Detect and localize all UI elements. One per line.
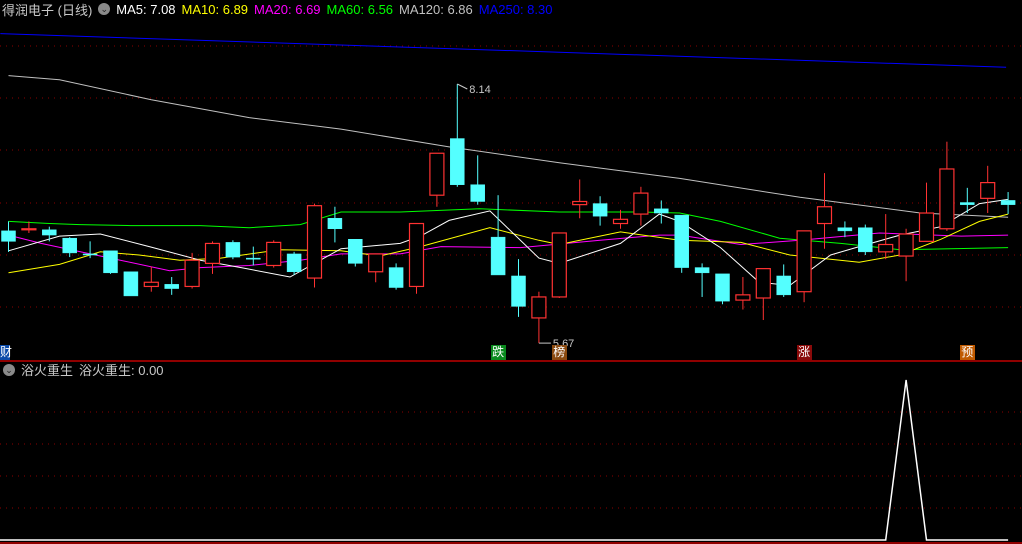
chart-header: 得润电子 (日线) ⌄ MA5: 7.08 MA10: 6.89 MA20: 6…: [0, 0, 558, 18]
candle-down: [327, 218, 343, 230]
candle-down: [164, 284, 179, 289]
ma20-label: MA20: 6.69: [254, 1, 321, 17]
kline-chart[interactable]: 8.145.67: [0, 0, 1022, 544]
candle-down: [960, 202, 975, 205]
candle-down: [715, 273, 730, 302]
candle-up: [612, 218, 629, 225]
candle-up: [368, 253, 384, 273]
ma60-label: MA60: 6.56: [326, 1, 394, 17]
candle-down: [1, 230, 16, 242]
candle-down: [42, 229, 57, 236]
candle-up: [408, 222, 425, 288]
high-pointer: [457, 83, 468, 90]
candle-up: [531, 296, 547, 319]
event-marker[interactable]: 预: [959, 345, 975, 360]
event-marker[interactable]: 涨: [796, 345, 812, 360]
candle-down: [511, 275, 526, 307]
candle-down: [470, 184, 485, 202]
candle-up: [755, 268, 771, 299]
candle-up: [204, 242, 221, 264]
candle-down: [837, 227, 853, 232]
candle-down: [1000, 200, 1016, 205]
ma5-label: MA5: 7.08: [116, 1, 176, 17]
candle-down: [674, 214, 689, 268]
stock-title: 得润电子 (日线): [2, 2, 93, 18]
candle-down: [654, 208, 669, 214]
ma120-label: MA120: 6.86: [399, 1, 473, 17]
candle-up: [266, 241, 282, 267]
candle-up: [429, 152, 445, 196]
candle-down: [490, 236, 506, 276]
candle-up: [551, 232, 567, 298]
candle-up: [633, 192, 649, 215]
ma120-line: [8, 75, 1009, 218]
candle-up: [796, 230, 812, 293]
candle-up: [735, 294, 751, 301]
event-marker[interactable]: 榜: [551, 345, 567, 360]
candle-up: [816, 206, 833, 225]
candle-up: [980, 182, 996, 199]
candle-down: [246, 257, 261, 260]
candle-down: [592, 203, 608, 217]
ma10-label: MA10: 6.89: [181, 1, 249, 17]
indicator-title: 浴火重生: [21, 363, 74, 378]
candle-down: [858, 227, 873, 253]
indicator-line: [0, 379, 1009, 541]
candle-down: [286, 253, 302, 273]
candle-up: [572, 200, 588, 206]
candle-up: [21, 228, 37, 231]
candle-down: [694, 267, 710, 274]
candle-down: [62, 237, 77, 254]
candle-down: [225, 242, 241, 258]
candle-up: [306, 205, 323, 279]
indicator-header: ⌄ 浴火重生 浴火重生: 0.00: [0, 362, 164, 378]
candle-up: [898, 233, 914, 257]
candle-up: [878, 243, 894, 253]
candle-down: [348, 239, 363, 264]
chevron-down-icon[interactable]: ⌄: [98, 3, 111, 15]
event-marker[interactable]: 跌: [490, 345, 506, 360]
candle-down: [103, 250, 118, 274]
ma250-line: [0, 33, 1007, 68]
candle-down: [123, 271, 139, 297]
high-price-label: 8.14: [469, 84, 490, 96]
candle-up: [939, 168, 955, 230]
ma250-label: MA250: 8.30: [478, 1, 553, 17]
chevron-down-icon[interactable]: ⌄: [3, 363, 15, 376]
candle-down: [776, 275, 791, 296]
candle-up: [918, 212, 935, 242]
candle-up: [184, 259, 200, 288]
candle-down: [450, 138, 465, 185]
candle-up: [143, 281, 159, 288]
candle-down: [388, 267, 404, 288]
event-marker[interactable]: 财: [0, 345, 12, 360]
candle-down: [82, 253, 98, 256]
indicator-value: 浴火重生: 0.00: [79, 363, 164, 378]
